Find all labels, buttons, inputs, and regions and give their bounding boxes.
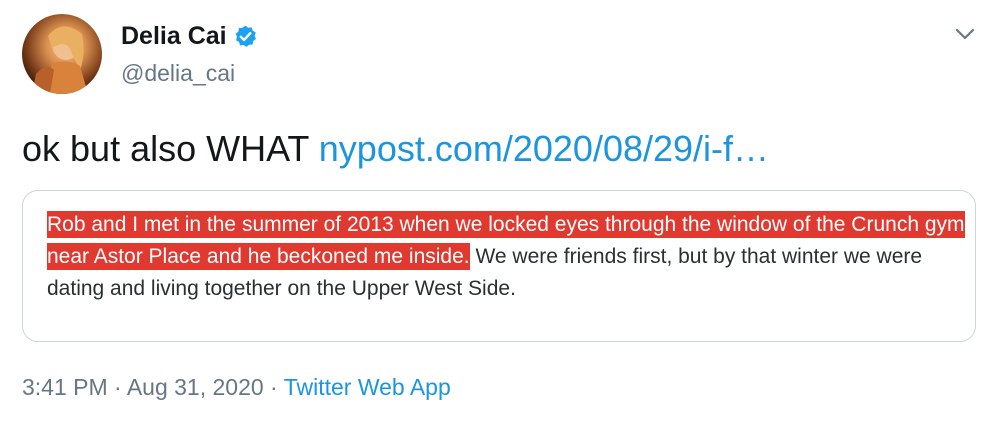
quote-text: Rob and I met in the summer of 2013 when… <box>47 209 967 305</box>
avatar-photo <box>32 26 88 94</box>
quoted-excerpt[interactable]: Rob and I met in the summer of 2013 when… <box>22 190 976 342</box>
tweet-source[interactable]: Twitter Web App <box>284 374 451 400</box>
meta-separator: · <box>107 374 127 400</box>
meta-separator-2: · <box>263 374 284 400</box>
avatar[interactable] <box>22 14 102 94</box>
user-handle[interactable]: @delia_cai <box>121 60 235 87</box>
tweet-card: Delia Cai @delia_cai ok but also WHAT ny… <box>0 0 1000 423</box>
tweet-date[interactable]: Aug 31, 2020 <box>127 374 264 400</box>
tweet-meta: 3:41 PM · Aug 31, 2020 · Twitter Web App <box>22 374 451 401</box>
tweet-body: ok but also WHAT <box>22 128 319 169</box>
name-row: Delia Cai <box>121 22 258 51</box>
tweet-time[interactable]: 3:41 PM <box>22 374 108 400</box>
chevron-down-icon[interactable] <box>951 24 979 44</box>
display-name[interactable]: Delia Cai <box>121 22 227 51</box>
tweet-text: ok but also WHAT nypost.com/2020/08/29/i… <box>22 128 769 170</box>
verified-badge-icon <box>233 24 258 49</box>
tweet-link[interactable]: nypost.com/2020/08/29/i-f… <box>319 128 769 169</box>
